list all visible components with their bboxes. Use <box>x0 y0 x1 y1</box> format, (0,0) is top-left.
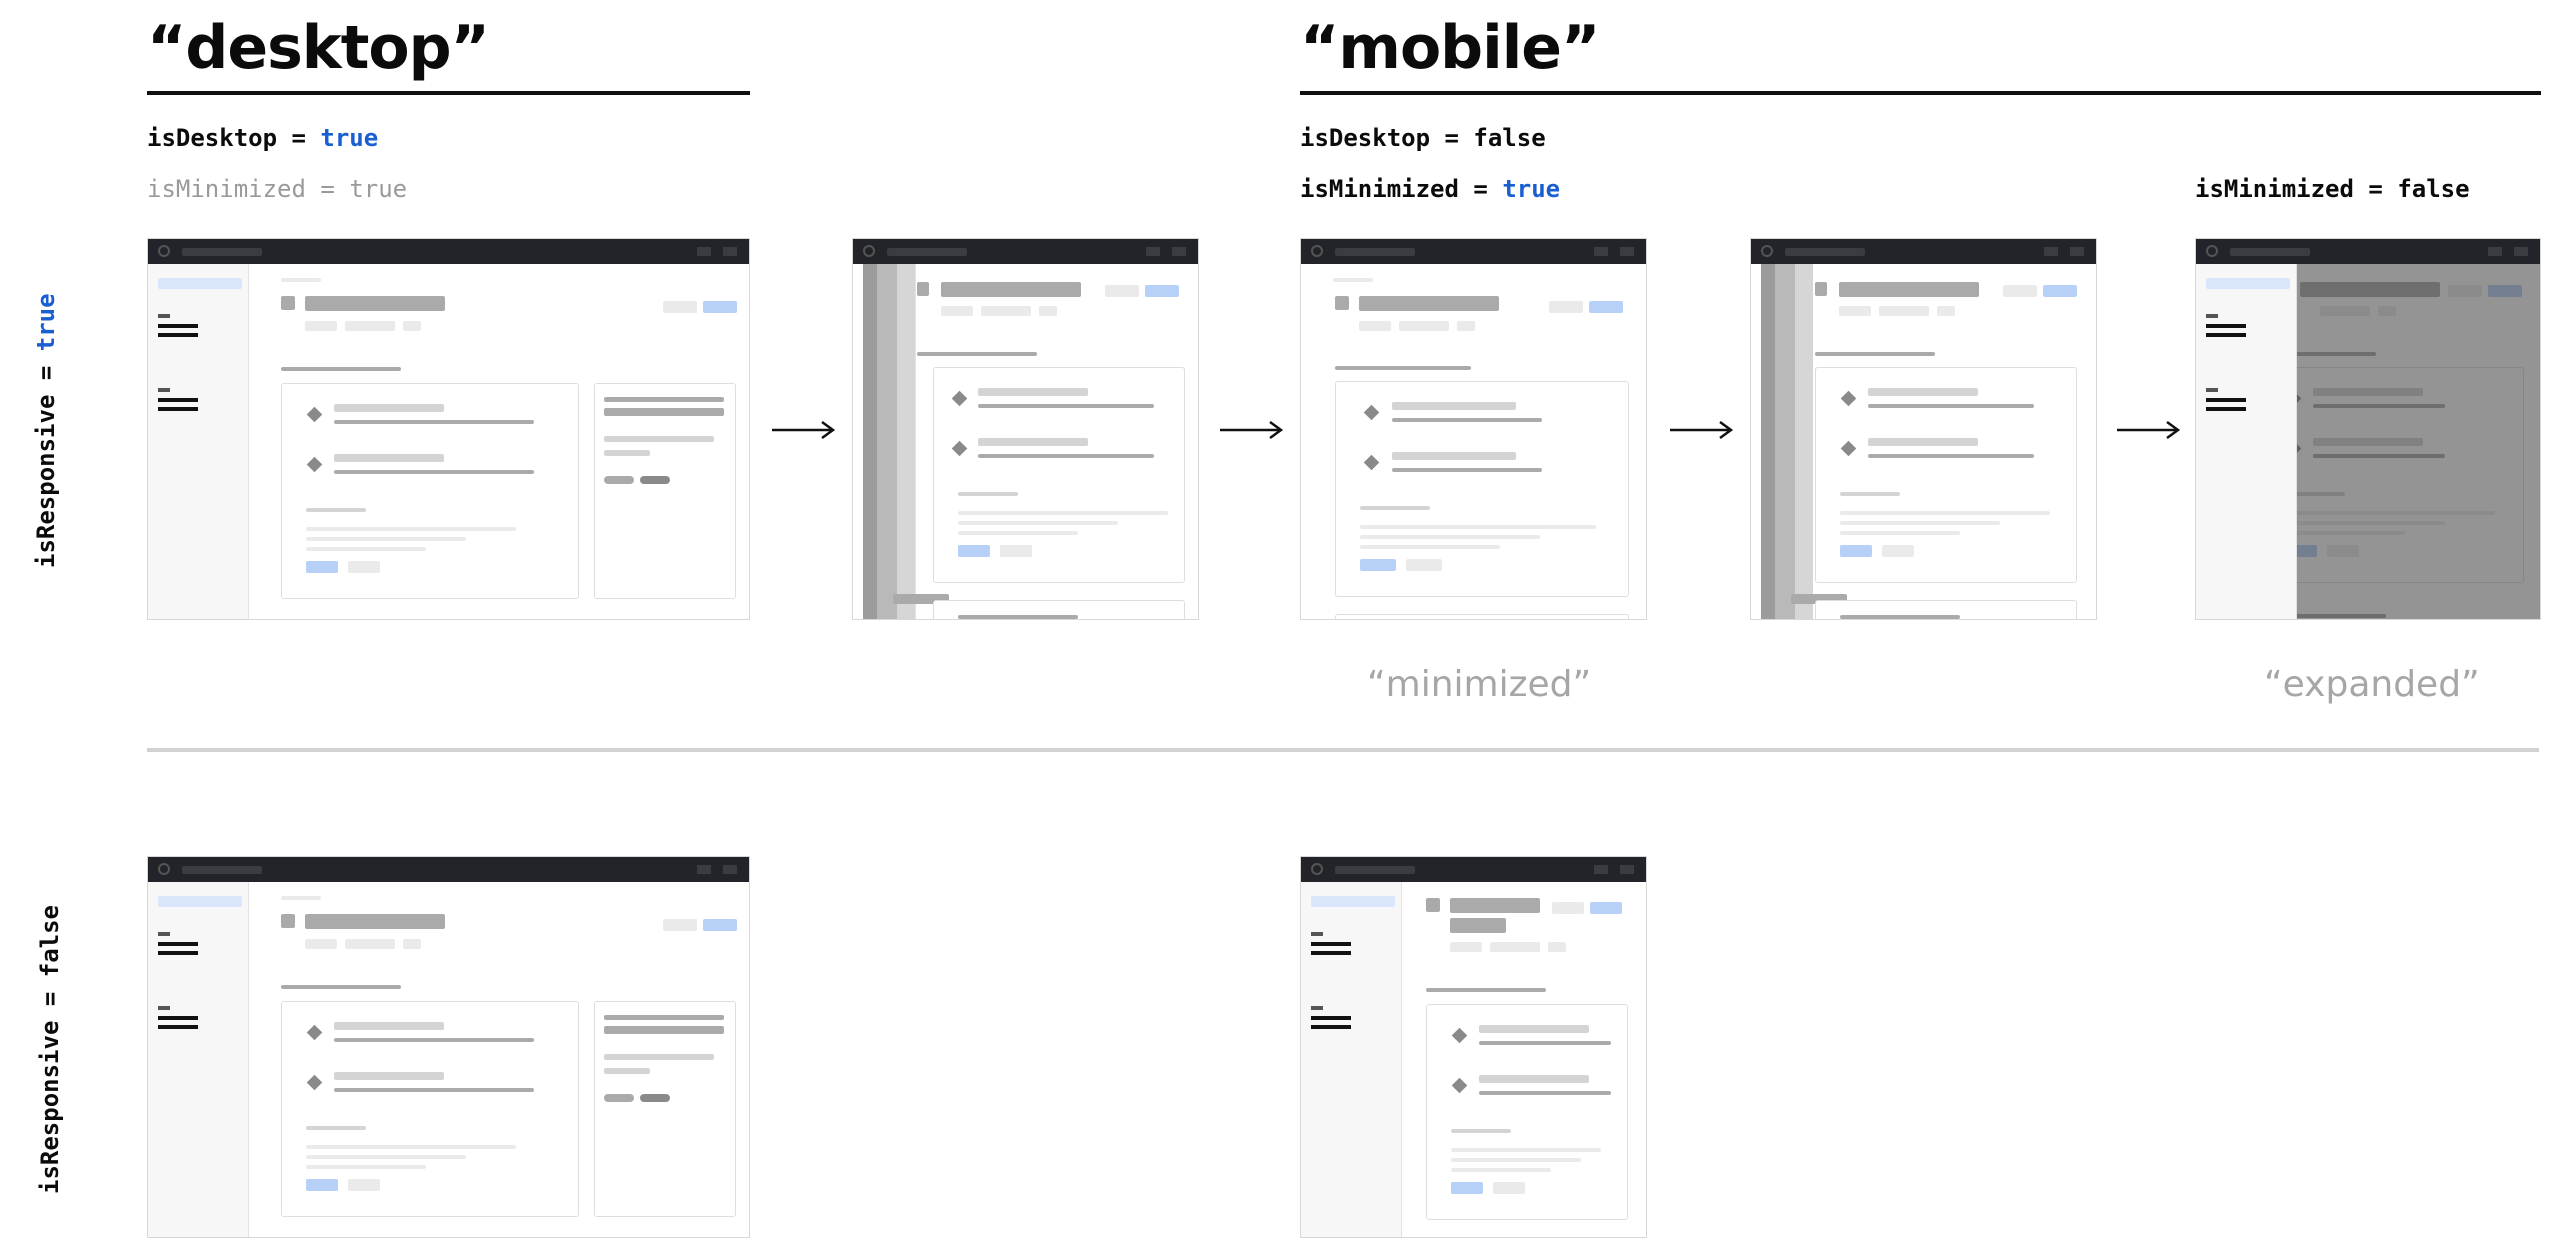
app-logo-icon <box>863 245 875 257</box>
hamburger-icon <box>2206 388 2246 416</box>
desktop-isminimized-label: isMinimized = true <box>147 175 408 203</box>
sidebar <box>148 882 249 1237</box>
mockup-desktop-nonresponsive <box>147 856 750 1238</box>
app-logo-icon <box>1311 863 1323 875</box>
row-label-responsive-false: isResponsive = false <box>36 905 64 1194</box>
app-logo-icon <box>1311 245 1323 257</box>
mockup-mobile-expanded <box>2195 238 2541 620</box>
hamburger-icon <box>158 1006 198 1034</box>
mockup-transition-2 <box>1750 238 2097 620</box>
desktop-isdesktop-label: isDesktop = true <box>147 124 379 152</box>
sidebar-expanded <box>2196 264 2297 619</box>
heading-mobile-rule <box>1300 91 2541 95</box>
caption-expanded: “expanded” <box>2264 664 2480 705</box>
app-logo-icon <box>158 245 170 257</box>
right-arrow-icon <box>2117 420 2181 440</box>
right-arrow-icon <box>772 420 836 440</box>
right-arrow-icon <box>1670 420 1734 440</box>
hamburger-icon <box>158 932 198 960</box>
heading-mobile: “mobile” <box>1300 13 1600 83</box>
app-logo-icon <box>1761 245 1773 257</box>
sidebar <box>1301 882 1402 1237</box>
app-logo-icon <box>158 863 170 875</box>
right-arrow-icon <box>1220 420 1284 440</box>
row-label-responsive-true: isResponsive = true <box>32 293 60 568</box>
hamburger-icon <box>2206 314 2246 342</box>
mockup-mobile-minimized <box>1300 238 1647 620</box>
app-logo-icon <box>2206 245 2218 257</box>
mobile-isminimized-true-label: isMinimized = true <box>1300 175 1561 203</box>
mobile-isdesktop-label: isDesktop = false <box>1300 124 1546 152</box>
mockup-desktop-responsive <box>147 238 750 620</box>
hamburger-icon <box>1311 1006 1351 1034</box>
caption-minimized: “minimized” <box>1367 664 1592 705</box>
hamburger-icon <box>1311 932 1351 960</box>
heading-desktop-rule <box>147 91 750 95</box>
window-titlebar <box>148 239 749 264</box>
hamburger-icon <box>158 388 198 416</box>
hamburger-icon <box>158 314 198 342</box>
sidebar <box>148 264 249 619</box>
mobile-isminimized-false-label: isMinimized = false <box>2195 175 2470 203</box>
mockup-transition-1 <box>852 238 1199 620</box>
heading-desktop: “desktop” <box>147 13 490 83</box>
row-divider <box>147 748 2539 752</box>
mockup-mobile-nonresponsive <box>1300 856 1647 1238</box>
